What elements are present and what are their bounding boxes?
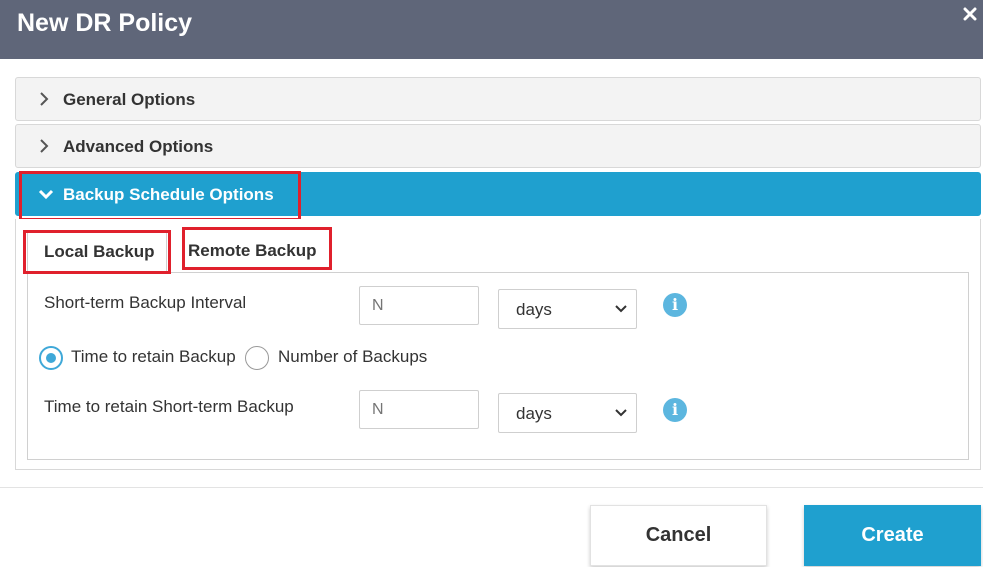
tab-remote-backup-label: Remote Backup xyxy=(188,241,317,260)
radio-time-to-retain[interactable] xyxy=(39,346,63,370)
footer-divider xyxy=(0,487,983,488)
panel-backup-schedule-options-label: Backup Schedule Options xyxy=(63,185,274,204)
radio-time-to-retain-label: Time to retain Backup xyxy=(71,347,236,366)
dialog-titlebar: New DR Policy xyxy=(0,0,983,59)
radio-number-of-backups-label: Number of Backups xyxy=(278,347,428,366)
tab-local-backup-label: Local Backup xyxy=(44,242,155,261)
chevron-right-icon xyxy=(40,139,49,153)
info-icon[interactable]: i xyxy=(663,293,687,317)
chevron-down-icon xyxy=(615,409,627,417)
cancel-button[interactable]: Cancel xyxy=(590,505,767,566)
retain-short-term-unit-value: days xyxy=(516,404,552,423)
retain-short-term-unit-select[interactable]: days xyxy=(498,393,637,433)
short-term-interval-unit-value: days xyxy=(516,300,552,319)
short-term-interval-input[interactable] xyxy=(359,286,479,325)
tab-local-backup[interactable]: Local Backup xyxy=(27,230,167,273)
chevron-down-icon xyxy=(38,189,54,200)
short-term-interval-label: Short-term Backup Interval xyxy=(44,293,247,312)
panel-advanced-options-label: Advanced Options xyxy=(63,137,214,156)
retain-short-term-input[interactable] xyxy=(359,390,479,429)
radio-number-of-backups[interactable] xyxy=(245,346,269,370)
panel-advanced-options[interactable]: Advanced Options xyxy=(15,124,981,168)
close-icon[interactable] xyxy=(963,7,977,21)
retain-short-term-label: Time to retain Short-term Backup xyxy=(44,397,294,416)
info-icon[interactable]: i xyxy=(663,398,687,422)
short-term-interval-unit-select[interactable]: days xyxy=(498,289,637,329)
panel-general-options[interactable]: General Options xyxy=(15,77,981,121)
dialog-title: New DR Policy xyxy=(17,9,193,37)
tab-remote-backup[interactable]: Remote Backup xyxy=(170,230,330,273)
create-button[interactable]: Create xyxy=(804,505,981,566)
panel-backup-schedule-options[interactable]: Backup Schedule Options xyxy=(15,172,981,216)
chevron-down-icon xyxy=(615,305,627,313)
chevron-right-icon xyxy=(40,92,49,106)
panel-general-options-label: General Options xyxy=(63,90,196,109)
